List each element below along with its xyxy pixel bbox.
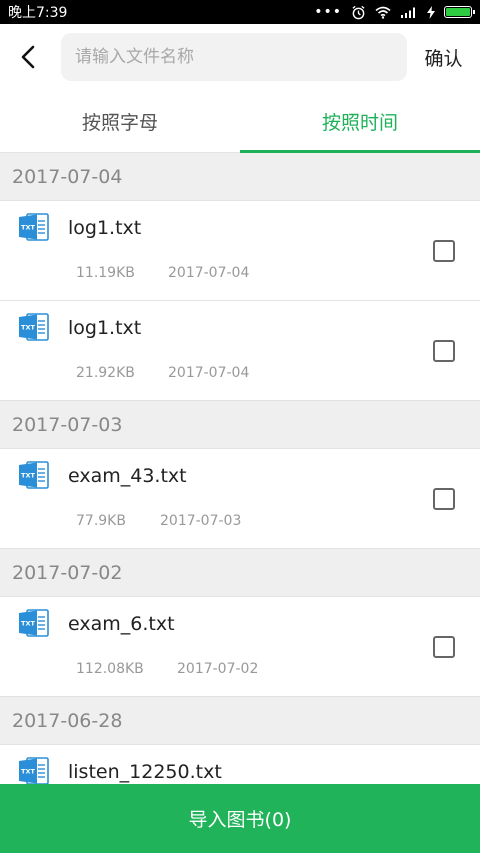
alarm-icon — [352, 5, 365, 19]
file-type-label: TXT — [21, 324, 35, 332]
sort-tabs: 按照字母 按照时间 — [0, 90, 480, 153]
file-name: exam_6.txt — [68, 613, 175, 635]
file-type-label: TXT — [21, 768, 35, 776]
file-select-checkbox[interactable] — [433, 488, 455, 510]
back-arrow-icon — [21, 45, 35, 69]
file-select-checkbox[interactable] — [433, 636, 455, 658]
file-date: 2017-07-04 — [168, 265, 250, 281]
search-header: 确认 — [0, 24, 480, 90]
status-icons: ••• — [314, 4, 475, 20]
file-row[interactable]: TXT exam_43.txt 77.9KB 2017-07-03 — [0, 449, 480, 549]
file-row[interactable]: TXT log1.txt 21.92KB 2017-07-04 — [0, 301, 480, 401]
file-row[interactable]: TXT listen_12250.txt — [0, 745, 480, 784]
date-group-header: 2017-07-03 — [0, 401, 480, 449]
search-input[interactable] — [75, 47, 393, 67]
file-size: 11.19KB — [76, 265, 135, 281]
file-size: 112.08KB — [76, 661, 144, 677]
date-group-header: 2017-07-02 — [0, 549, 480, 597]
file-row[interactable]: TXT log1.txt 11.19KB 2017-07-04 — [0, 201, 480, 301]
import-books-button[interactable]: 导入图书(0) — [0, 784, 480, 853]
tab-sort-by-time[interactable]: 按照时间 — [240, 90, 480, 153]
back-button[interactable] — [0, 24, 56, 90]
file-type-label: TXT — [21, 224, 35, 232]
file-type-label: TXT — [21, 472, 35, 480]
file-name: exam_43.txt — [68, 465, 187, 487]
file-name: log1.txt — [68, 317, 142, 339]
file-select-checkbox[interactable] — [433, 340, 455, 362]
file-date: 2017-07-02 — [177, 661, 259, 677]
date-group-header: 2017-06-28 — [0, 697, 480, 745]
charging-icon — [427, 5, 435, 19]
file-date: 2017-07-04 — [168, 365, 250, 381]
status-time: 晚上7:39 — [8, 5, 68, 21]
status-bar: 晚上7:39 ••• — [0, 0, 480, 24]
tab-sort-by-letter[interactable]: 按照字母 — [0, 90, 240, 152]
file-list[interactable]: 2017-07-04 TXT log1.txt 11.19KB 2017-07-04 TX… — [0, 153, 480, 784]
battery-icon — [444, 6, 475, 18]
file-row[interactable]: TXT exam_6.txt 112.08KB 2017-07-02 — [0, 597, 480, 697]
file-type-label: TXT — [21, 620, 35, 628]
wifi-icon — [375, 6, 391, 19]
file-size: 77.9KB — [76, 513, 126, 529]
date-group-header: 2017-07-04 — [0, 153, 480, 201]
confirm-button[interactable]: 确认 — [407, 44, 480, 71]
file-name: listen_12250.txt — [68, 761, 222, 783]
txt-file-icon: TXT — [19, 313, 49, 341]
file-name: log1.txt — [68, 217, 142, 239]
signal-icon — [401, 7, 415, 18]
txt-file-icon: TXT — [19, 461, 49, 489]
txt-file-icon: TXT — [19, 757, 49, 784]
txt-file-icon: TXT — [19, 609, 49, 637]
txt-file-icon: TXT — [19, 213, 49, 241]
more-dots-icon: ••• — [314, 4, 342, 20]
file-size: 21.92KB — [76, 365, 135, 381]
file-date: 2017-07-03 — [160, 513, 242, 529]
file-select-checkbox[interactable] — [433, 240, 455, 262]
search-box — [61, 33, 407, 81]
